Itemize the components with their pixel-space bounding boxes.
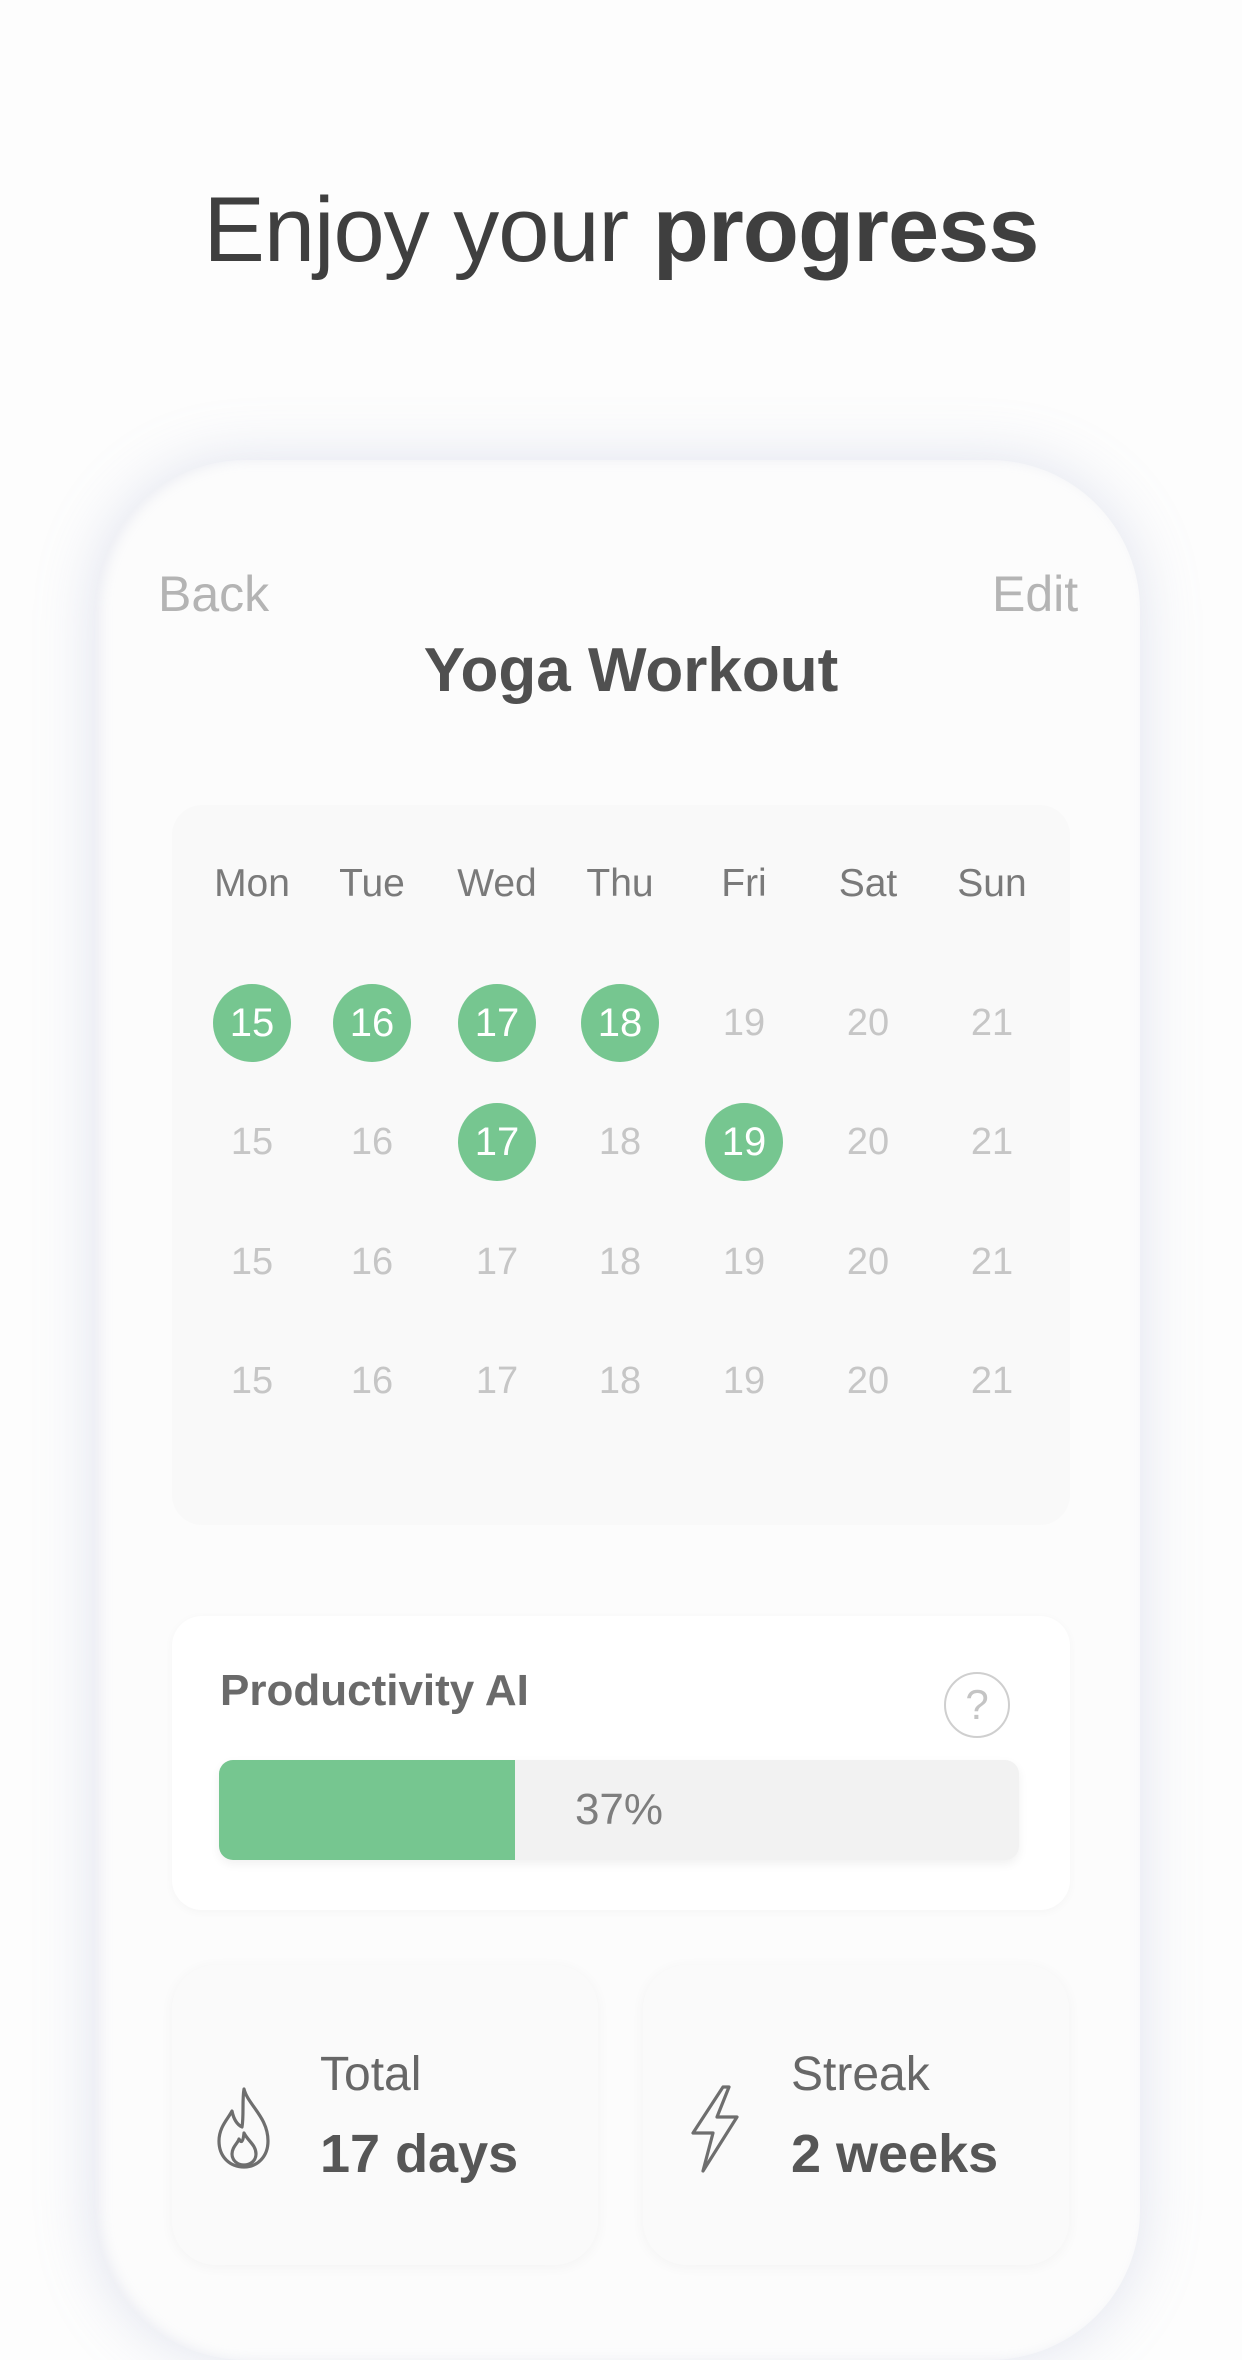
calendar-day[interactable]: 17 bbox=[458, 1342, 536, 1420]
calendar-day[interactable]: 16 bbox=[333, 1103, 411, 1181]
progress-percent-label: 37% bbox=[574, 1785, 664, 1834]
calendar-day[interactable]: 20 bbox=[829, 984, 907, 1062]
calendar-day[interactable]: 18 bbox=[581, 1223, 659, 1301]
calendar-day[interactable]: 15 bbox=[213, 1103, 291, 1181]
calendar-day-completed[interactable]: 18 bbox=[581, 984, 659, 1062]
streak-label: Streak bbox=[791, 2048, 930, 2101]
calendar-day-completed[interactable]: 19 bbox=[705, 1103, 783, 1181]
lightning-icon bbox=[691, 2085, 739, 2173]
calendar-day[interactable]: 21 bbox=[953, 1223, 1031, 1301]
headline-bold-text: progress bbox=[652, 179, 1040, 281]
flame-icon bbox=[217, 2087, 270, 2169]
streak-stat-card: Streak 2 weeks bbox=[643, 1965, 1069, 2265]
edit-button[interactable]: Edit bbox=[992, 562, 1078, 626]
calendar-day[interactable]: 20 bbox=[829, 1223, 907, 1301]
back-button[interactable]: Back bbox=[158, 562, 269, 626]
day-name-sat: Sat bbox=[838, 862, 898, 905]
calendar-day[interactable]: 16 bbox=[333, 1342, 411, 1420]
day-name-thu: Thu bbox=[586, 862, 654, 905]
total-label: Total bbox=[320, 2048, 422, 2101]
calendar-day-completed[interactable]: 15 bbox=[213, 984, 291, 1062]
calendar-day[interactable]: 17 bbox=[458, 1223, 536, 1301]
productivity-title: Productivity AI bbox=[220, 1666, 529, 1715]
calendar-day[interactable]: 15 bbox=[213, 1223, 291, 1301]
day-name-mon: Mon bbox=[214, 862, 290, 905]
calendar-day[interactable]: 21 bbox=[953, 1103, 1031, 1181]
calendar-day-completed[interactable]: 17 bbox=[458, 1103, 536, 1181]
productivity-card: Productivity AI ? 37% bbox=[172, 1616, 1070, 1910]
day-name-fri: Fri bbox=[721, 862, 767, 905]
calendar-day[interactable]: 16 bbox=[333, 1223, 411, 1301]
calendar-day-completed[interactable]: 16 bbox=[333, 984, 411, 1062]
day-name-tue: Tue bbox=[339, 862, 405, 905]
calendar-day[interactable]: 21 bbox=[953, 1342, 1031, 1420]
calendar-day[interactable]: 18 bbox=[581, 1103, 659, 1181]
calendar-day[interactable]: 19 bbox=[705, 1223, 783, 1301]
day-name-wed: Wed bbox=[457, 862, 537, 905]
calendar-day[interactable]: 20 bbox=[829, 1103, 907, 1181]
streak-value: 2 weeks bbox=[791, 2124, 999, 2184]
total-value: 17 days bbox=[320, 2124, 519, 2184]
productivity-progress-bar: 37% bbox=[219, 1760, 1019, 1860]
calendar-day[interactable]: 19 bbox=[705, 1342, 783, 1420]
calendar-day[interactable]: 21 bbox=[953, 984, 1031, 1062]
calendar-grid: Mon Tue Wed Thu Fri Sat Sun 15 16 17 18 19 20… bbox=[172, 805, 1070, 1525]
headline-light-text: Enjoy your bbox=[203, 179, 653, 281]
total-stat-card: Total 17 days bbox=[172, 1965, 598, 2265]
calendar-day[interactable]: 20 bbox=[829, 1342, 907, 1420]
day-name-sun: Sun bbox=[957, 862, 1027, 905]
screen-title: Yoga Workout bbox=[423, 636, 839, 705]
calendar-day[interactable]: 19 bbox=[705, 984, 783, 1062]
question-circle-icon[interactable]: ? bbox=[944, 1672, 1010, 1738]
calendar-day[interactable]: 15 bbox=[213, 1342, 291, 1420]
page-headline: Enjoy your progress bbox=[0, 175, 1242, 285]
calendar-day-completed[interactable]: 17 bbox=[458, 984, 536, 1062]
calendar-day[interactable]: 18 bbox=[581, 1342, 659, 1420]
